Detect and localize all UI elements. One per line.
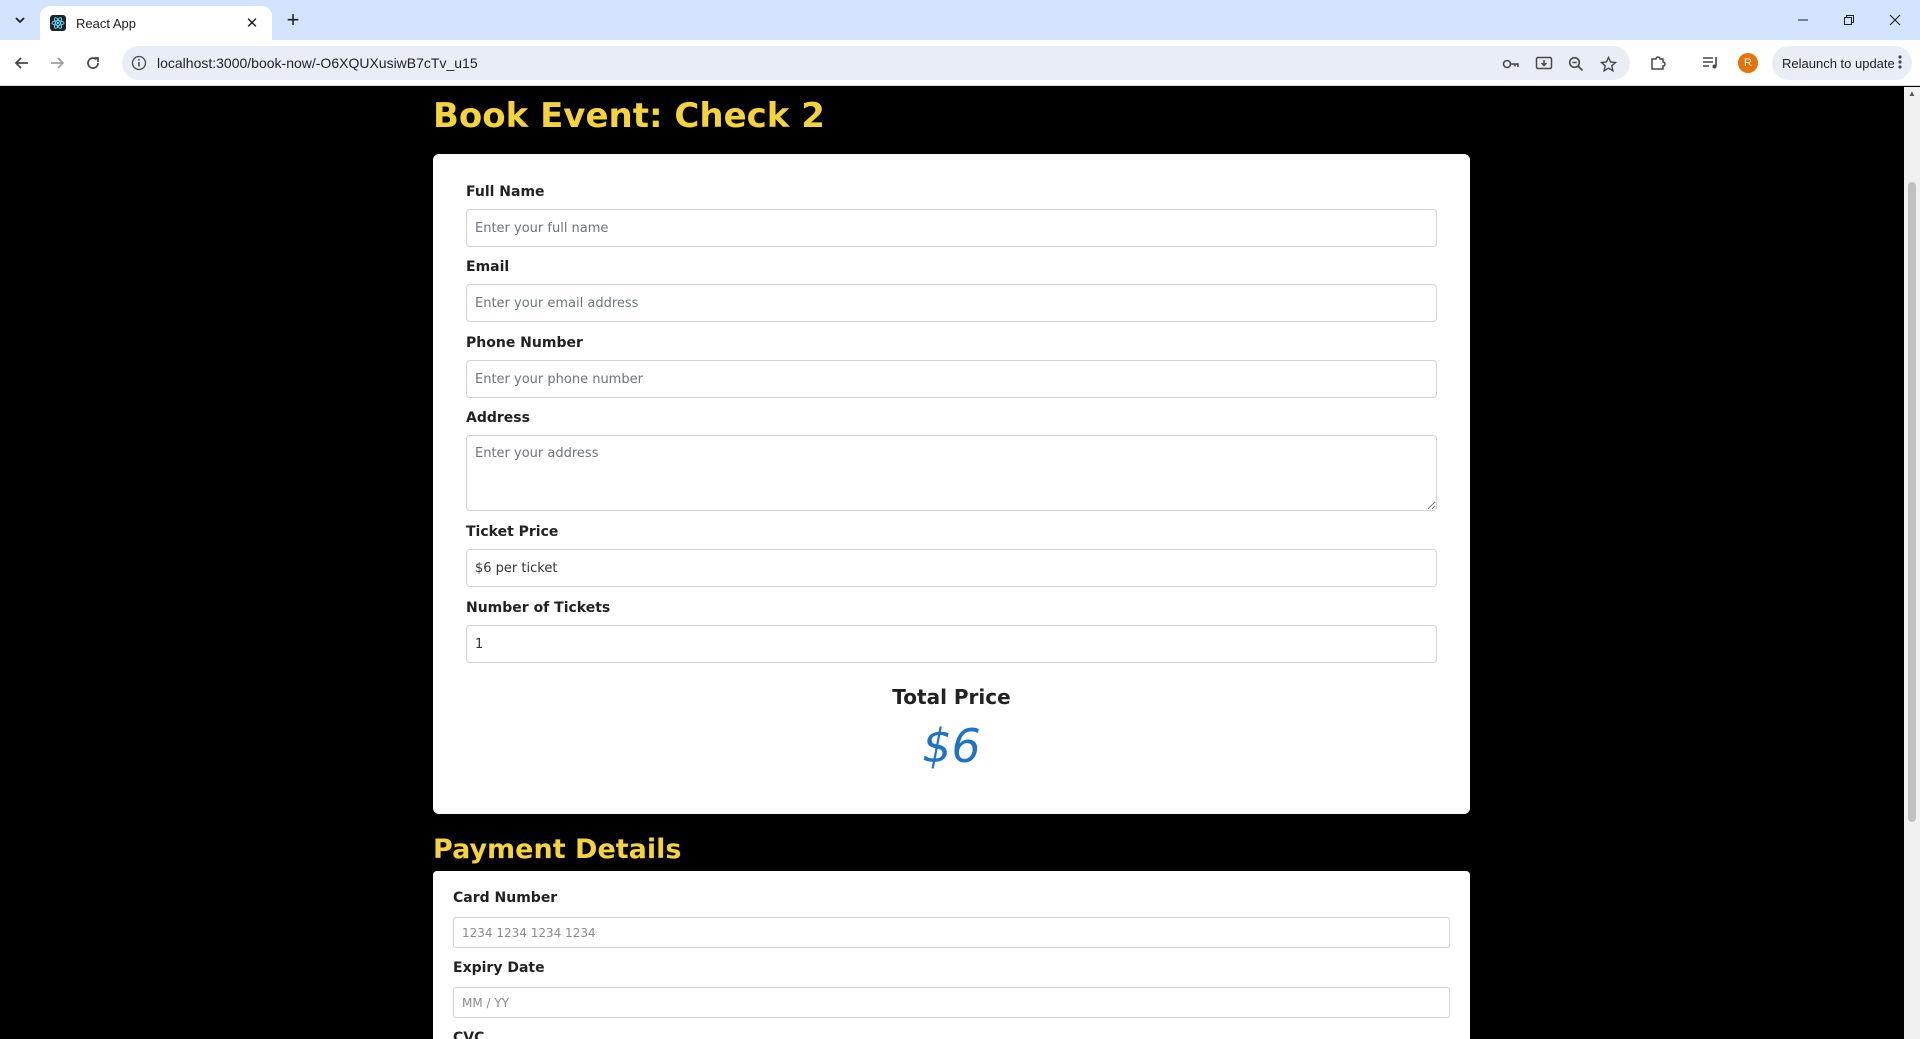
full-name-label: Full Name (466, 184, 545, 200)
payment-section-title: Payment Details (433, 834, 682, 865)
tab-strip: React App ✕ + (0, 0, 1920, 40)
forward-arrow-icon[interactable] (45, 51, 69, 75)
more-vert-icon[interactable] (1898, 54, 1902, 73)
ticket-price-label: Ticket Price (466, 524, 559, 540)
browser-toolbar: localhost:3000/book-now/-O6XQUXusiwB7cTv… (0, 40, 1920, 86)
close-window-icon[interactable] (1872, 0, 1918, 40)
zoom-icon[interactable] (1567, 55, 1585, 73)
tab-search-chevron-icon[interactable] (8, 9, 32, 31)
address-bar[interactable]: localhost:3000/book-now/-O6XQUXusiwB7cTv… (122, 46, 1630, 80)
num-tickets-label: Number of Tickets (466, 600, 611, 616)
full-name-input[interactable] (466, 209, 1437, 247)
expiry-input[interactable] (453, 987, 1450, 1018)
relaunch-update-button[interactable]: Relaunch to update (1772, 46, 1912, 80)
relaunch-label: Relaunch to update (1782, 55, 1895, 71)
page-title: Book Event: Check 2 (433, 96, 825, 136)
page-viewport: Book Event: Check 2 Full Name Email Phon… (0, 87, 1904, 1039)
phone-label: Phone Number (466, 335, 583, 351)
extensions-puzzle-icon[interactable] (1647, 52, 1669, 74)
install-app-icon[interactable] (1535, 55, 1553, 73)
tab-title: React App (76, 15, 136, 31)
card-number-input[interactable] (453, 917, 1450, 948)
total-price-value: $6 (922, 719, 981, 773)
restore-icon[interactable] (1826, 0, 1872, 40)
tab-close-icon[interactable]: ✕ (242, 13, 262, 33)
total-price-label: Total Price (892, 685, 1011, 709)
address-textarea[interactable] (466, 435, 1437, 511)
reload-icon[interactable] (81, 51, 105, 75)
email-label: Email (466, 259, 510, 275)
expiry-label: Expiry Date (453, 960, 545, 976)
phone-input[interactable] (466, 360, 1437, 398)
scroll-thumb[interactable] (1908, 182, 1916, 822)
browser-tab[interactable]: React App ✕ (40, 6, 272, 40)
cvc-label: CVC (453, 1030, 485, 1039)
back-arrow-icon[interactable] (10, 51, 34, 75)
card-number-label: Card Number (453, 890, 558, 906)
booking-form-card: Full Name Email Phone Number Address Tic… (433, 154, 1470, 814)
email-input[interactable] (466, 284, 1437, 322)
address-label: Address (466, 410, 530, 426)
password-key-icon[interactable] (1502, 55, 1520, 73)
scroll-up-arrow-icon[interactable]: ▲ (1908, 89, 1916, 98)
num-tickets-input[interactable] (466, 625, 1437, 663)
react-logo-icon (50, 15, 66, 31)
new-tab-plus-icon[interactable]: + (281, 7, 305, 32)
media-queue-icon[interactable] (1700, 52, 1722, 74)
site-info-icon[interactable] (131, 55, 147, 71)
payment-card: Card Number Expiry Date CVC (433, 871, 1470, 1039)
ticket-price-input (466, 549, 1437, 587)
bookmark-star-icon[interactable] (1599, 55, 1617, 73)
page-scrollbar[interactable]: ▲ (1904, 87, 1920, 1039)
minimize-icon[interactable] (1780, 0, 1826, 40)
url-text: localhost:3000/book-now/-O6XQUXusiwB7cTv… (157, 55, 478, 71)
profile-avatar[interactable]: R (1738, 53, 1758, 73)
